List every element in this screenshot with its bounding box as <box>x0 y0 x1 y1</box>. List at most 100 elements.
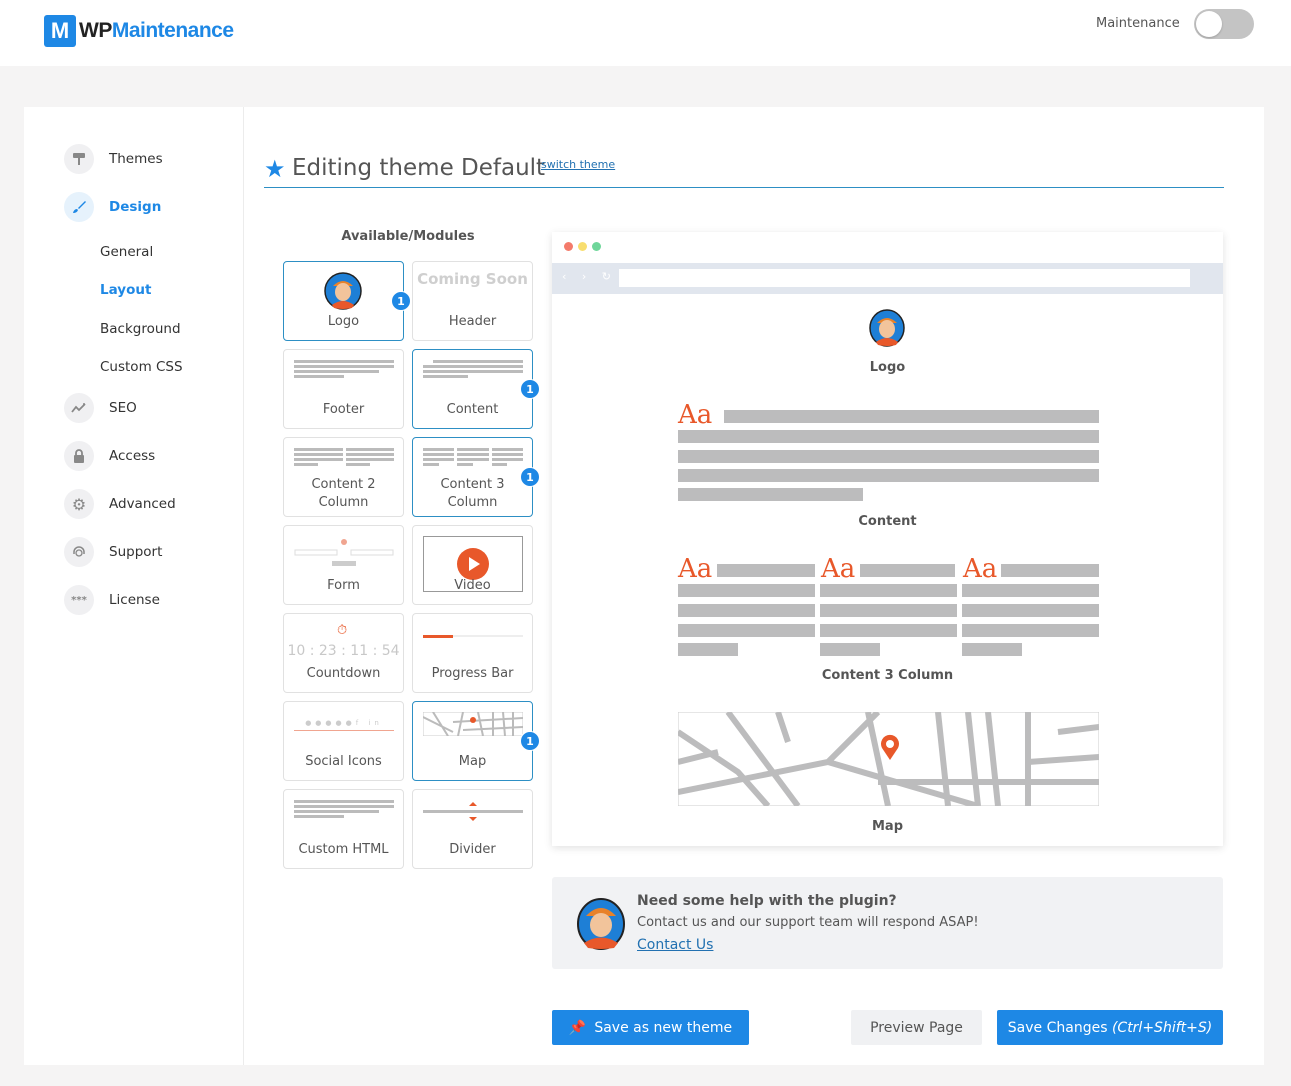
aa-glyph: Aa <box>678 554 713 584</box>
paint-roller-icon <box>64 144 94 174</box>
content-thumb <box>423 360 523 380</box>
layout-preview: ‹ › ↻ Logo Aa Content Aa Aa Aa Content 3 <box>552 232 1223 846</box>
toggle-knob <box>1196 11 1222 37</box>
module-label: Content 2 Column <box>311 477 376 510</box>
sidebar-item-label: Advanced <box>109 496 176 512</box>
aa-glyph: Aa <box>678 400 713 430</box>
maintenance-toggle[interactable] <box>1194 9 1254 39</box>
save-changes-button[interactable]: Save Changes (Ctrl+Shift+S) <box>997 1010 1223 1045</box>
content-3-thumb <box>423 448 523 468</box>
help-box: Need some help with the plugin? Contact … <box>552 877 1223 969</box>
divider-thumb <box>423 802 523 821</box>
mascot-icon <box>324 272 362 310</box>
module-social-icons[interactable]: ●●●●●f in Social Icons <box>283 701 404 781</box>
module-divider[interactable]: Divider <box>412 789 533 869</box>
module-content-2-column[interactable]: Content 2 Column <box>283 437 404 517</box>
gear-icon: ⚙ <box>64 489 94 519</box>
save-as-new-theme-label: Save as new theme <box>594 1019 733 1036</box>
save-as-new-theme-button[interactable]: 📌 Save as new theme <box>552 1010 749 1045</box>
module-label: Map <box>458 754 487 769</box>
sidebar-item-label: License <box>109 592 160 608</box>
social-thumb-icons: ●●●●●f in <box>305 719 383 727</box>
preview-logo-label: Logo <box>869 360 906 375</box>
preview-page-button[interactable]: Preview Page <box>851 1010 982 1045</box>
sidebar-subitem-general[interactable]: General <box>100 244 153 260</box>
top-bar: M WP Maintenance Maintenance <box>0 0 1291 66</box>
headset-icon <box>64 537 94 567</box>
chart-line-icon <box>64 393 94 423</box>
module-progress-bar[interactable]: Progress Bar <box>412 613 533 693</box>
module-map[interactable]: Map 1 <box>412 701 540 781</box>
sidebar-item-seo[interactable]: SEO <box>64 393 137 423</box>
close-dot-icon <box>564 242 573 251</box>
play-icon <box>457 548 489 580</box>
module-custom-html[interactable]: Custom HTML <box>283 789 404 869</box>
module-logo[interactable]: Logo 1 <box>283 261 411 341</box>
aa-glyph: Aa <box>821 554 856 584</box>
module-label: Logo <box>327 314 360 329</box>
sidebar-subitem-layout[interactable]: Layout <box>100 282 151 298</box>
help-text: Contact us and our support team will res… <box>637 915 979 930</box>
footer-thumb <box>294 360 394 380</box>
switch-theme-link[interactable]: switch theme <box>541 158 615 171</box>
module-label: Countdown <box>306 666 381 681</box>
sidebar-item-license[interactable]: *** License <box>64 585 160 615</box>
sidebar-item-access[interactable]: Access <box>64 441 155 471</box>
module-content[interactable]: Content 1 <box>412 349 540 429</box>
page-title: Editing theme Default <box>292 155 546 181</box>
sidebar: Themes Design General Layout Background … <box>24 107 244 1065</box>
support-mascot-avatar <box>577 898 625 950</box>
sidebar-item-label: Support <box>109 544 163 560</box>
sidebar-item-themes[interactable]: Themes <box>64 144 163 174</box>
header-thumb-text: Coming Soon <box>417 270 528 288</box>
sidebar-subitem-background[interactable]: Background <box>100 321 181 337</box>
module-header[interactable]: Coming Soon Header <box>412 261 533 341</box>
page-heading: ★ Editing theme Default switch theme <box>264 153 1224 188</box>
module-count-badge: 1 <box>520 379 540 399</box>
module-countdown[interactable]: ⏱ 10 : 23 : 11 : 54 Countdown <box>283 613 404 693</box>
sidebar-item-label: Access <box>109 448 156 464</box>
maximize-dot-icon <box>592 242 601 251</box>
preview-map[interactable] <box>678 712 1099 806</box>
module-label: Progress Bar <box>431 666 514 681</box>
sidebar-item-design[interactable]: Design <box>64 192 161 222</box>
social-thumb-line <box>294 730 394 731</box>
browser-nav-icons: ‹ › ↻ <box>562 270 618 283</box>
sidebar-item-advanced[interactable]: ⚙ Advanced <box>64 489 176 519</box>
logo-name-text: Maintenance <box>111 19 234 42</box>
sidebar-item-label: Themes <box>109 151 163 167</box>
save-shortcut-hint: (Ctrl+Shift+S) <box>1111 1019 1213 1036</box>
preview-content-label: Content <box>858 514 917 529</box>
module-label: Content 3 Column <box>440 477 505 510</box>
module-form[interactable]: Form <box>283 525 404 605</box>
sidebar-subitem-custom-css[interactable]: Custom CSS <box>100 359 183 375</box>
module-video[interactable]: Video <box>412 525 533 605</box>
logo-wp-text: WP <box>79 19 112 42</box>
aa-glyph: Aa <box>963 554 998 584</box>
stopwatch-icon: ⏱ <box>337 623 348 638</box>
star-icon: ★ <box>264 155 286 183</box>
url-field <box>619 269 1190 287</box>
module-label: Social Icons <box>305 754 382 769</box>
save-changes-label: Save Changes <box>1007 1019 1108 1036</box>
lock-icon <box>64 441 94 471</box>
logo-mark-icon: M <box>44 15 76 47</box>
module-label: Form <box>327 578 360 593</box>
brush-icon <box>64 192 94 222</box>
sidebar-item-label: SEO <box>109 400 137 416</box>
modules-title: Available/Modules <box>341 229 475 244</box>
preview-content-3-column-label: Content 3 Column <box>821 668 954 683</box>
wp-maintenance-logo[interactable]: M WP Maintenance <box>44 15 234 47</box>
pin-icon: 📌 <box>568 1019 587 1036</box>
progress-thumb <box>423 635 523 638</box>
sidebar-item-support[interactable]: Support <box>64 537 162 567</box>
maintenance-label: Maintenance <box>1096 16 1180 31</box>
module-content-3-column[interactable]: Content 3 Column 1 <box>412 437 540 517</box>
module-footer[interactable]: Footer <box>283 349 404 429</box>
preview-map-label: Map <box>871 819 903 834</box>
content-2-thumb <box>294 448 394 468</box>
preview-logo-mascot[interactable] <box>868 309 906 347</box>
map-thumb <box>423 712 523 736</box>
contact-us-link[interactable]: Contact Us <box>637 937 713 953</box>
countdown-thumb-text: 10 : 23 : 11 : 54 <box>287 643 400 659</box>
